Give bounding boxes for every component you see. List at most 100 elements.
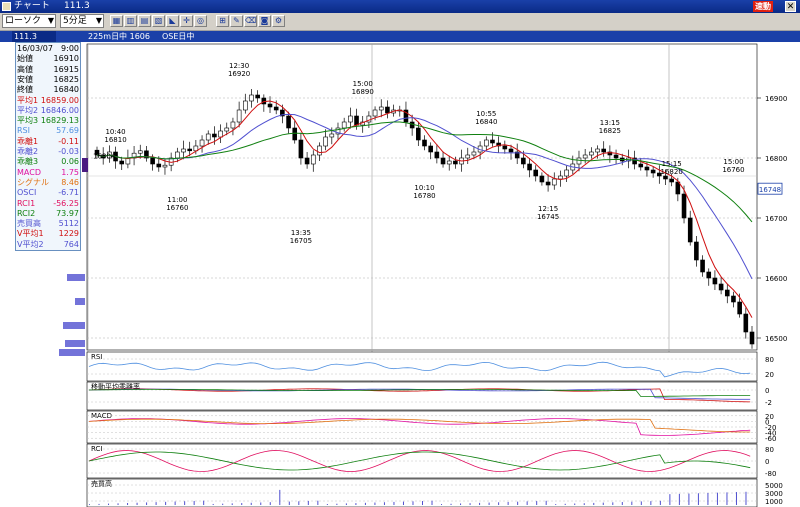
annotation-price: 16840 bbox=[475, 118, 497, 126]
auto-badge[interactable]: 速動 bbox=[753, 1, 773, 12]
candle-body bbox=[731, 295, 736, 303]
candle-body bbox=[545, 181, 551, 186]
price-axis-label: 16700 bbox=[765, 215, 787, 223]
data-row-value: 1.75 bbox=[61, 167, 79, 177]
annotation-price: 16825 bbox=[599, 127, 621, 135]
data-row-label: 乖離3 bbox=[17, 157, 39, 167]
candle-body bbox=[218, 130, 223, 138]
candle-body bbox=[521, 157, 526, 165]
volume-at-price-bar bbox=[75, 298, 85, 305]
candle-body bbox=[483, 139, 489, 147]
volume-bar bbox=[317, 500, 319, 505]
volume-bar bbox=[383, 502, 385, 505]
data-row: 高値 16915 bbox=[16, 65, 80, 75]
data-row-label: RCI2 bbox=[17, 208, 36, 218]
data-row-value: -56.25 bbox=[53, 198, 79, 208]
data-row-value: 16846.00 bbox=[40, 105, 79, 115]
candle-body bbox=[576, 157, 582, 165]
volume-bar bbox=[488, 502, 490, 505]
line-chart-icon[interactable]: ◣ bbox=[166, 15, 179, 27]
pen-icon[interactable]: ✎ bbox=[230, 15, 243, 27]
data-row-value: -6.71 bbox=[58, 188, 79, 198]
volume-bar bbox=[89, 504, 90, 505]
annotation-price: 16780 bbox=[413, 192, 435, 200]
candle-body bbox=[236, 109, 242, 123]
data-row-label: 乖離2 bbox=[17, 147, 39, 156]
volume-bar bbox=[526, 501, 528, 505]
close-button[interactable]: ✕ bbox=[785, 1, 796, 12]
eraser-icon[interactable]: ⌫ bbox=[244, 15, 257, 27]
candle-type-select[interactable]: ローソク ▼ bbox=[2, 14, 56, 28]
window-title: チャート bbox=[14, 1, 50, 11]
volume-bar bbox=[498, 502, 500, 505]
data-row: 安値 16825 bbox=[16, 75, 80, 85]
price-axis-label: 16800 bbox=[765, 155, 787, 163]
data-row-label: 始値 bbox=[17, 54, 33, 64]
volume-bar bbox=[136, 502, 138, 505]
candle-body bbox=[428, 145, 433, 153]
data-row: シグナル 8.46 bbox=[16, 178, 80, 188]
chart-area[interactable]: 16900 16800 16700 16600 16500 10:4016810 11:00… bbox=[0, 42, 800, 507]
candle-body bbox=[558, 175, 563, 180]
volume-bar bbox=[336, 503, 338, 505]
data-row: V平均1 1229 bbox=[16, 229, 80, 239]
volume-bar bbox=[212, 503, 214, 505]
grid-icon[interactable]: ▦ bbox=[110, 15, 123, 27]
volume-bar bbox=[174, 501, 176, 505]
candle-body bbox=[471, 151, 477, 156]
data-row-label: 平均1 bbox=[17, 95, 39, 105]
app-icon bbox=[2, 2, 11, 11]
volume-bar bbox=[441, 504, 443, 505]
interval-select[interactable]: 5分足 ▼ bbox=[60, 14, 104, 28]
volume-bar bbox=[726, 492, 728, 505]
volume-bar bbox=[431, 500, 433, 505]
volume-bar bbox=[393, 501, 395, 505]
data-row-value: 57.69 bbox=[56, 126, 79, 136]
candle-body bbox=[298, 139, 304, 159]
annotation-time: 12:15 bbox=[538, 205, 558, 213]
volume-bar bbox=[193, 500, 195, 505]
data-row-label: RCI1 bbox=[17, 198, 36, 208]
data-row-label: 乖離1 bbox=[17, 136, 39, 146]
candle-body bbox=[490, 139, 495, 144]
candle-body bbox=[304, 157, 310, 165]
annotation-time: 15:00 bbox=[353, 80, 373, 88]
data-row-value: 16825 bbox=[53, 74, 79, 84]
indicator-axis-label: 5000 bbox=[765, 482, 783, 490]
indicator-axis-label: -80 bbox=[765, 470, 776, 478]
settings-icon[interactable]: ⚙ bbox=[272, 15, 285, 27]
volume-bar bbox=[650, 501, 652, 505]
data-row-label: MACD bbox=[17, 167, 41, 177]
volume-bar bbox=[688, 493, 690, 505]
data-panel: 16/03/07 9:00 始値 16910 高値 16915 安値 16825 終値 16840… bbox=[15, 42, 81, 251]
candle-body bbox=[539, 175, 545, 183]
volume-bar bbox=[222, 503, 224, 505]
candle-body bbox=[329, 133, 335, 138]
volume-bar bbox=[117, 503, 119, 505]
annotation-price: 16705 bbox=[290, 237, 312, 245]
volume-bar bbox=[98, 503, 100, 505]
title-bar: チャート 111.3 速動 ✕ bbox=[0, 0, 800, 13]
volume-bar bbox=[517, 501, 519, 505]
bar-chart-icon[interactable]: ▥ bbox=[124, 15, 137, 27]
volume-bar bbox=[697, 493, 699, 505]
symbol-code[interactable]: 111.3 bbox=[12, 31, 56, 42]
annotation-price: 16760 bbox=[722, 166, 744, 174]
camera-icon[interactable]: ◙ bbox=[258, 15, 271, 27]
candle-body bbox=[341, 121, 347, 129]
candle-body bbox=[243, 100, 248, 111]
candle-body bbox=[527, 163, 532, 171]
volume-bar bbox=[374, 502, 376, 505]
chart-icon[interactable]: ▧ bbox=[152, 15, 165, 27]
data-row: 平均1 16859.00 bbox=[16, 96, 80, 106]
table-icon[interactable]: ▤ bbox=[138, 15, 151, 27]
volume-bar bbox=[250, 502, 252, 505]
zoom-icon[interactable]: ◎ bbox=[194, 15, 207, 27]
candle-body bbox=[687, 217, 693, 243]
candle-body bbox=[551, 178, 557, 186]
annotation-time: 10:55 bbox=[476, 110, 496, 118]
candle-body bbox=[317, 145, 322, 156]
volume-bar bbox=[574, 503, 576, 505]
ruler-icon[interactable]: ⊞ bbox=[216, 15, 229, 27]
crosshair-icon[interactable]: ✛ bbox=[180, 15, 193, 27]
